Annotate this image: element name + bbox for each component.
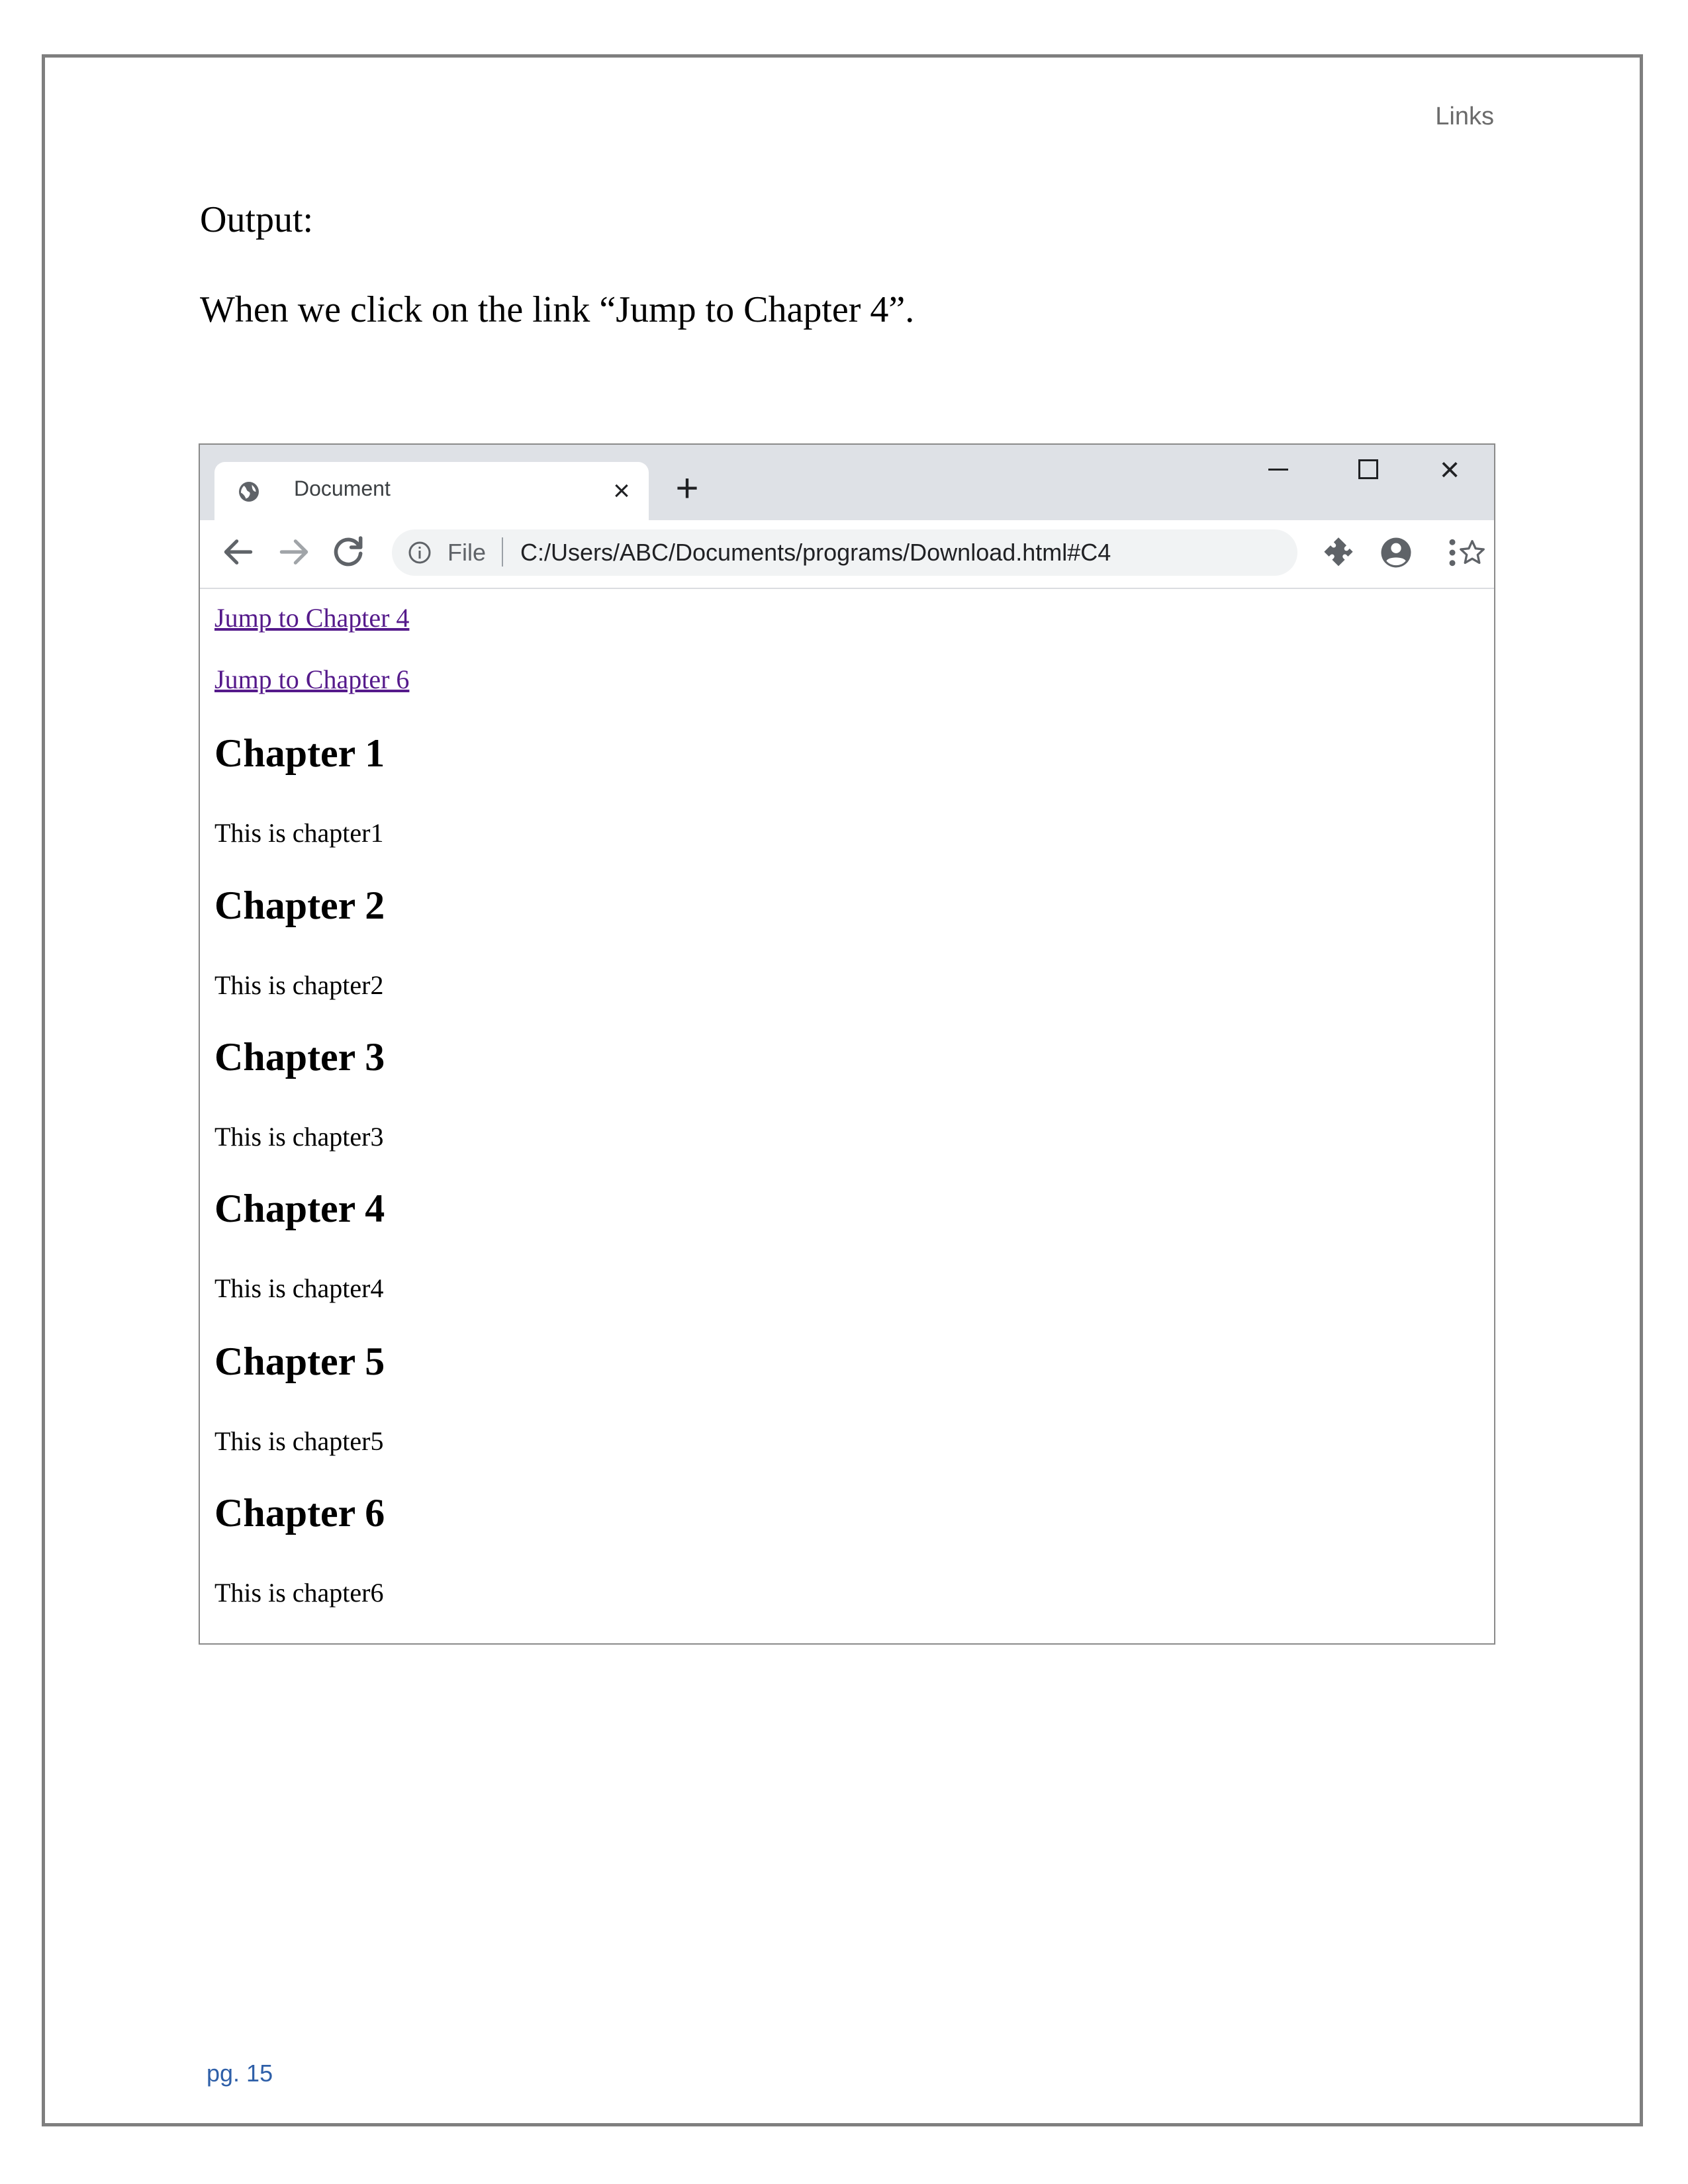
reload-icon[interactable] xyxy=(330,533,367,570)
chapter-text: This is chapter1 xyxy=(214,818,384,848)
tab-close-icon[interactable]: × xyxy=(605,471,638,511)
running-header: Links xyxy=(1435,103,1494,130)
chapter-heading: Chapter 3 xyxy=(214,1035,385,1079)
output-label: Output: xyxy=(200,199,314,240)
chapter-text: This is chapter6 xyxy=(214,1578,384,1608)
chapter-text: This is chapter4 xyxy=(214,1273,384,1303)
info-icon[interactable] xyxy=(408,541,432,565)
browser-screenshot: Document × + × File C:/Users/ABC/Documen xyxy=(199,443,1495,1645)
page-viewport: Jump to Chapter 4 Jump to Chapter 6 Chap… xyxy=(200,589,1494,1643)
chapter-heading: Chapter 6 xyxy=(214,1491,385,1535)
new-tab-button[interactable]: + xyxy=(667,469,707,508)
chapter-heading: Chapter 1 xyxy=(214,731,385,775)
chapter-text: This is chapter5 xyxy=(214,1426,384,1456)
chapter-heading: Chapter 5 xyxy=(214,1340,385,1383)
link-jump-chapter-4[interactable]: Jump to Chapter 4 xyxy=(214,602,409,633)
url-text[interactable]: C:/Users/ABC/Documents/programs/Download… xyxy=(520,539,1111,567)
caption: When we click on the link “Jump to Chapt… xyxy=(200,289,915,330)
file-label: File xyxy=(447,539,487,566)
page-number: pg. 15 xyxy=(207,2060,273,2087)
chapter-text: This is chapter2 xyxy=(214,970,384,1000)
globe-icon xyxy=(239,482,259,502)
chapter-text: This is chapter3 xyxy=(214,1122,384,1152)
address-bar[interactable]: File C:/Users/ABC/Documents/programs/Dow… xyxy=(392,529,1485,576)
tab-document[interactable]: Document × xyxy=(214,462,649,522)
chapter-heading: Chapter 4 xyxy=(214,1187,385,1230)
chapter-heading: Chapter 2 xyxy=(214,884,385,927)
tab-title: Document xyxy=(294,477,391,500)
minimize-icon[interactable] xyxy=(1268,469,1288,471)
close-icon[interactable]: × xyxy=(1430,450,1470,490)
browser-toolbar: File C:/Users/ABC/Documents/programs/Dow… xyxy=(200,520,1494,589)
link-jump-chapter-6[interactable]: Jump to Chapter 6 xyxy=(214,664,409,695)
url-separator xyxy=(502,537,503,567)
forward-arrow-icon[interactable] xyxy=(275,533,312,570)
profile-icon[interactable] xyxy=(1378,535,1414,570)
back-arrow-icon[interactable] xyxy=(220,533,257,570)
menu-icon[interactable] xyxy=(1439,535,1466,570)
tab-strip: Document × + × xyxy=(200,445,1494,522)
extensions-icon[interactable] xyxy=(1323,536,1354,568)
maximize-icon[interactable] xyxy=(1358,459,1378,479)
